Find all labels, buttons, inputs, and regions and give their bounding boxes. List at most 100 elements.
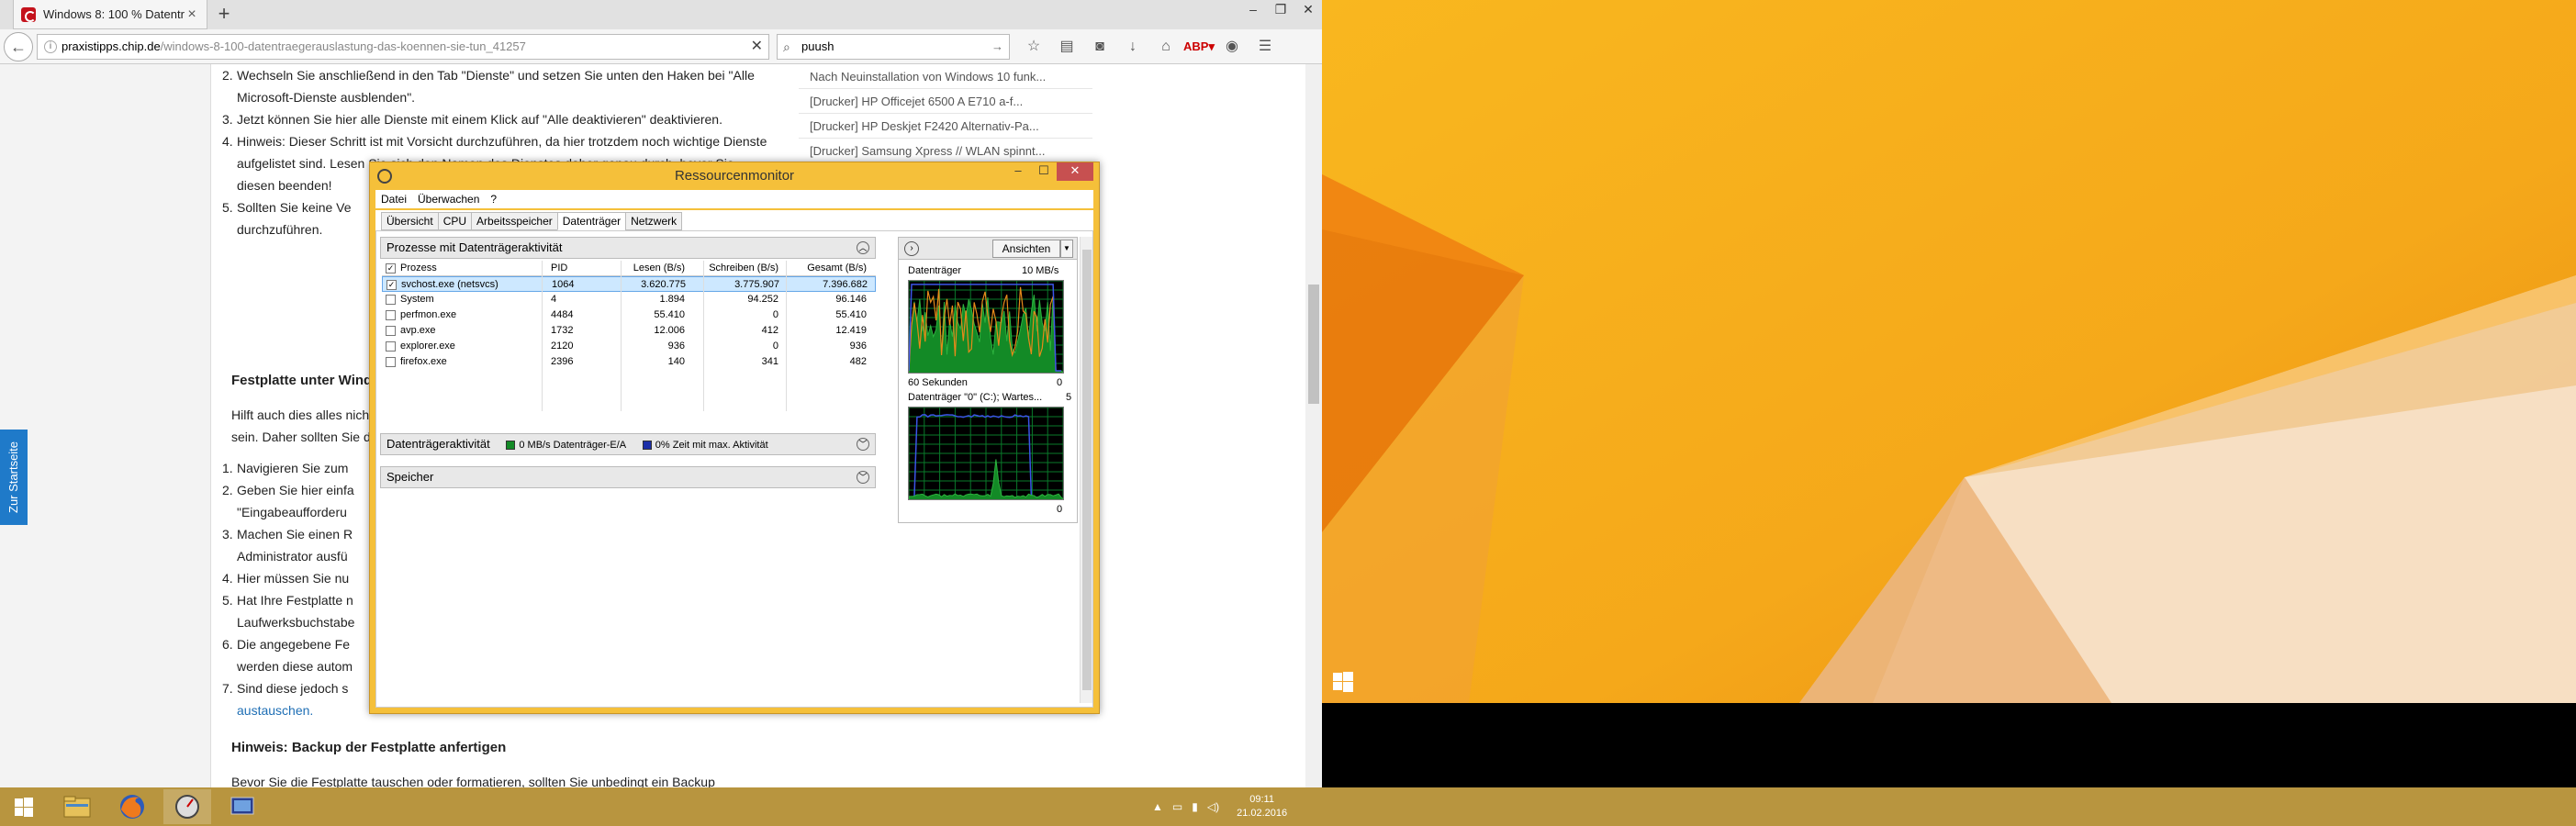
views-dropdown-icon[interactable]: ▼ bbox=[1060, 240, 1073, 258]
row-checkbox[interactable] bbox=[386, 310, 396, 320]
menu-icon[interactable]: ☰ bbox=[1249, 34, 1282, 60]
menu-ueberwachen[interactable]: Überwachen bbox=[412, 190, 485, 208]
expand-icon[interactable]: ﹀ bbox=[857, 471, 869, 484]
related-link[interactable]: [Drucker] HP Officejet 6500 A E710 a-f..… bbox=[799, 89, 1092, 114]
page-scrollbar[interactable] bbox=[1305, 64, 1322, 787]
menu-help[interactable]: ? bbox=[485, 190, 502, 208]
pocket-icon[interactable]: ◙ bbox=[1083, 34, 1116, 60]
graph-grid bbox=[909, 407, 1063, 499]
process-write: 94.252 bbox=[747, 294, 778, 305]
process-read: 55.410 bbox=[654, 309, 685, 320]
url-path: /windows-8-100-datentraegerauslastung-da… bbox=[160, 39, 526, 53]
url-host: praxistipps.chip.de bbox=[62, 39, 161, 53]
site-info-icon[interactable]: i bbox=[44, 40, 57, 53]
search-input[interactable]: ⌕ puush → bbox=[777, 34, 1010, 60]
select-all-checkbox[interactable]: ✓ bbox=[386, 263, 396, 273]
search-icon: ⌕ bbox=[783, 39, 790, 54]
volume-icon[interactable]: ◁) bbox=[1207, 800, 1219, 813]
row-checkbox[interactable] bbox=[386, 357, 396, 367]
table-row[interactable]: ✓ svchost.exe (netsvcs) 1064 3.620.775 3.775… bbox=[382, 276, 876, 292]
row-checkbox[interactable] bbox=[386, 326, 396, 336]
close-button[interactable]: ✕ bbox=[1294, 0, 1322, 20]
column-divider bbox=[786, 261, 787, 411]
adblock-icon[interactable]: ABP▾ bbox=[1182, 34, 1215, 60]
desktop-wallpaper bbox=[1322, 0, 2576, 703]
resmon-scrollbar[interactable] bbox=[1080, 237, 1092, 703]
url-bar[interactable]: i praxistipps.chip.de/windows-8-100-date… bbox=[37, 34, 769, 60]
processes-section-header[interactable]: Prozesse mit Datenträgeraktivität ︿ bbox=[380, 237, 876, 259]
taskbar: ▲ ▭ ▮ ◁) 09:11 21.02.2016 bbox=[0, 787, 2576, 826]
collapse-icon[interactable]: ︿ bbox=[857, 241, 869, 254]
reading-list-icon[interactable]: ▤ bbox=[1050, 34, 1083, 60]
restore-button[interactable]: ❐ bbox=[1267, 0, 1294, 20]
process-read: 1.894 bbox=[659, 294, 685, 305]
row-checkbox[interactable] bbox=[386, 295, 396, 305]
process-name: avp.exe bbox=[400, 325, 436, 336]
resource-monitor-window: Ressourcenmonitor – ☐ ✕ Datei Überwachen… bbox=[369, 162, 1100, 714]
process-name: explorer.exe bbox=[400, 340, 455, 352]
process-rows: ✓ svchost.exe (netsvcs) 1064 3.620.775 3.775… bbox=[382, 276, 876, 370]
bookmark-star-icon[interactable]: ☆ bbox=[1017, 34, 1050, 60]
tab-uebersicht[interactable]: Übersicht bbox=[381, 212, 439, 230]
minimize-button[interactable]: – bbox=[1239, 0, 1267, 20]
maximize-button[interactable]: ☐ bbox=[1031, 162, 1057, 181]
process-pid: 2396 bbox=[551, 356, 574, 367]
close-button[interactable]: ✕ bbox=[1057, 162, 1093, 181]
process-name: svchost.exe (netsvcs) bbox=[401, 279, 498, 290]
battery-icon[interactable]: ▭ bbox=[1172, 800, 1182, 813]
table-row[interactable]: perfmon.exe 4484 55.410 0 55.410 bbox=[382, 307, 876, 323]
graph-max: 10 MB/s bbox=[1022, 265, 1059, 276]
file-explorer-icon[interactable] bbox=[53, 789, 101, 824]
scrollbar-thumb[interactable] bbox=[1308, 285, 1319, 404]
zur-startseite-tab[interactable]: Zur Startseite bbox=[0, 430, 28, 525]
firefox-taskbar-icon[interactable] bbox=[108, 789, 156, 824]
row-checkbox[interactable]: ✓ bbox=[386, 280, 397, 290]
tab-netzwerk[interactable]: Netzwerk bbox=[625, 212, 683, 230]
process-read: 12.006 bbox=[654, 325, 685, 336]
new-tab-button[interactable]: + bbox=[213, 4, 235, 26]
start-tile-icon[interactable] bbox=[1333, 672, 1353, 692]
table-row[interactable]: System 4 1.894 94.252 96.146 bbox=[382, 292, 876, 307]
tab-datentraeger[interactable]: Datenträger bbox=[556, 212, 627, 230]
column-divider bbox=[542, 261, 543, 411]
storage-section-header[interactable]: Speicher ﹀ bbox=[380, 466, 876, 488]
browser-tab[interactable]: Windows 8: 100 % Datentr... × bbox=[13, 0, 207, 29]
process-read: 3.620.775 bbox=[641, 279, 686, 290]
firefox-window: Windows 8: 100 % Datentr... × + – ❐ ✕ ← … bbox=[0, 0, 1322, 787]
process-pid: 4 bbox=[551, 294, 557, 305]
expand-icon[interactable]: ﹀ bbox=[857, 438, 869, 451]
menu-datei[interactable]: Datei bbox=[375, 190, 412, 208]
table-row[interactable]: firefox.exe 2396 140 341 482 bbox=[382, 354, 876, 370]
table-row[interactable]: explorer.exe 2120 936 0 936 bbox=[382, 339, 876, 354]
search-go-icon[interactable]: → bbox=[991, 35, 1003, 59]
start-button[interactable] bbox=[0, 789, 48, 824]
network-icon[interactable]: ▮ bbox=[1192, 800, 1198, 813]
table-row[interactable]: avp.exe 1732 12.006 412 12.419 bbox=[382, 323, 876, 339]
related-link[interactable]: Nach Neuinstallation von Windows 10 funk… bbox=[799, 64, 1092, 89]
clock[interactable]: 09:11 21.02.2016 bbox=[1237, 793, 1287, 820]
download-icon[interactable]: ↓ bbox=[1116, 34, 1149, 60]
resmon-body: Prozesse mit Datenträgeraktivität ︿ ✓ Pr… bbox=[375, 230, 1093, 708]
home-icon[interactable]: ⌂ bbox=[1149, 34, 1182, 60]
minimize-button[interactable]: – bbox=[1005, 162, 1031, 181]
tab-cpu[interactable]: CPU bbox=[437, 212, 473, 230]
related-link[interactable]: [Drucker] Samsung Xpress // WLAN spinnt.… bbox=[799, 139, 1092, 163]
process-pid: 1064 bbox=[552, 279, 575, 290]
views-button[interactable]: Ansichten bbox=[992, 240, 1060, 258]
active-legend-icon bbox=[642, 440, 652, 450]
disk-activity-section-header[interactable]: Datenträgeraktivität 0 MB/s Datenträger-… bbox=[380, 433, 876, 455]
scrollbar-thumb[interactable] bbox=[1082, 250, 1092, 690]
addon-icon[interactable]: ◉ bbox=[1215, 34, 1249, 60]
show-hidden-icon[interactable]: ▲ bbox=[1152, 800, 1163, 813]
tab-arbeitsspeicher[interactable]: Arbeitsspeicher bbox=[471, 212, 558, 230]
left-panel: Zur Startseite bbox=[0, 64, 211, 787]
app-taskbar-icon[interactable] bbox=[218, 789, 266, 824]
clear-url-icon[interactable]: ✕ bbox=[751, 35, 763, 59]
tab-close-icon[interactable]: × bbox=[185, 6, 199, 23]
list-item: 3. Jetzt können Sie hier alle Dienste mi… bbox=[222, 112, 722, 127]
expand-panel-icon[interactable]: › bbox=[904, 241, 919, 256]
resmon-taskbar-icon[interactable] bbox=[163, 789, 211, 824]
back-button[interactable]: ← bbox=[4, 32, 33, 61]
row-checkbox[interactable] bbox=[386, 341, 396, 352]
related-link[interactable]: [Drucker] HP Deskjet F2420 Alternativ-Pa… bbox=[799, 114, 1092, 139]
